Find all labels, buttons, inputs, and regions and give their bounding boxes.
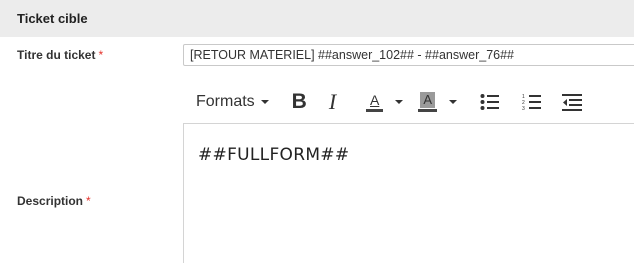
description-content[interactable]: ##FULLFORM## bbox=[198, 145, 349, 165]
section-title: Ticket cible bbox=[17, 11, 88, 26]
description-editor[interactable]: ##FULLFORM## bbox=[183, 123, 634, 263]
bold-icon: B bbox=[291, 90, 307, 113]
section-header: Ticket cible bbox=[0, 0, 634, 37]
italic-button[interactable]: I bbox=[329, 89, 336, 115]
bullet-list-icon bbox=[480, 94, 500, 110]
formats-label: Formats bbox=[196, 93, 255, 110]
formats-dropdown[interactable]: Formats bbox=[196, 93, 270, 111]
ticket-title-label: Titre du ticket * bbox=[17, 48, 103, 62]
description-label-text: Description bbox=[17, 194, 84, 208]
italic-icon: I bbox=[328, 89, 337, 114]
numbered-list-icon: 1 2 3 bbox=[522, 94, 542, 111]
chevron-down-icon bbox=[449, 100, 458, 104]
background-color-dropdown[interactable] bbox=[448, 97, 458, 107]
text-color-swatch bbox=[366, 108, 384, 112]
numbered-list-button[interactable]: 1 2 3 bbox=[522, 93, 542, 111]
background-color-button[interactable]: A bbox=[418, 92, 438, 112]
chevron-down-icon bbox=[395, 100, 404, 104]
chevron-down-icon bbox=[260, 100, 269, 104]
text-color-button[interactable]: A bbox=[366, 91, 384, 112]
bold-button[interactable]: B bbox=[292, 90, 307, 114]
editor-toolbar: Formats B I A A 1 2 3 bbox=[183, 82, 634, 122]
text-color-dropdown[interactable] bbox=[394, 97, 404, 107]
description-label: Description * bbox=[17, 194, 91, 208]
svg-text:3: 3 bbox=[522, 106, 525, 111]
text-color-icon: A bbox=[370, 91, 380, 108]
required-marker: * bbox=[98, 48, 104, 62]
ticket-title-label-text: Titre du ticket bbox=[17, 48, 96, 62]
bullet-list-button[interactable] bbox=[480, 93, 500, 111]
ticket-title-input[interactable] bbox=[183, 44, 634, 66]
outdent-icon bbox=[562, 94, 583, 111]
outdent-button[interactable] bbox=[562, 93, 583, 111]
required-marker: * bbox=[86, 194, 91, 208]
background-color-icon: A bbox=[420, 92, 435, 108]
background-color-swatch bbox=[418, 109, 438, 112]
